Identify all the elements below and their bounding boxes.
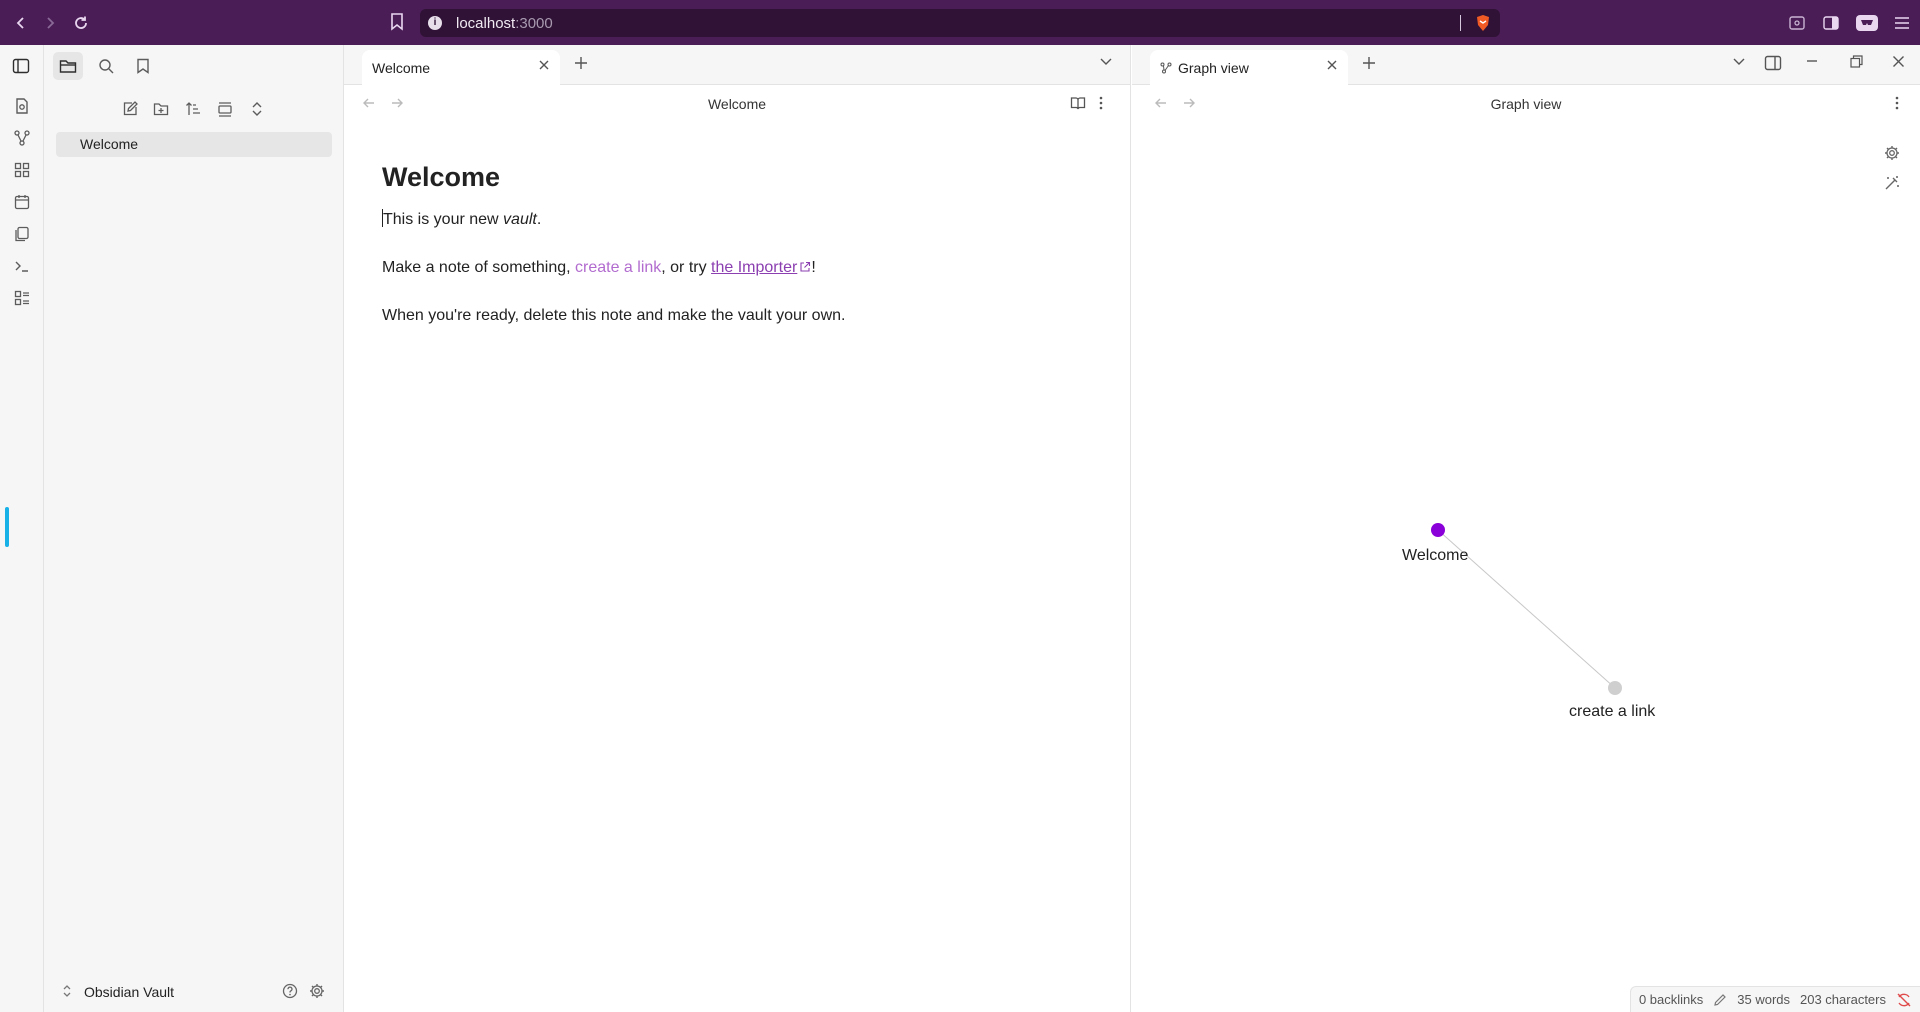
- new-folder-icon[interactable]: [149, 97, 173, 121]
- canvas-icon[interactable]: [12, 160, 32, 180]
- daily-note-calendar-icon[interactable]: [12, 192, 32, 212]
- obsidian-app: Welcome Obsidian Vault Welcome Welcome W…: [0, 45, 1920, 1012]
- graph-tab-bar: Graph view: [1132, 45, 1920, 85]
- graph-canvas[interactable]: Welcome create a link: [1132, 123, 1920, 983]
- external-link[interactable]: the Importer: [711, 259, 797, 276]
- graph-svg: [1431, 523, 1622, 695]
- backlinks-count[interactable]: 0 backlinks: [1639, 992, 1703, 1007]
- vpn-icon[interactable]: [1856, 14, 1878, 31]
- reading-view-icon[interactable]: [1070, 95, 1086, 111]
- graph-view-icon[interactable]: [12, 128, 32, 148]
- tab-title: Welcome: [372, 60, 431, 76]
- restore-window-icon[interactable]: [1850, 55, 1863, 68]
- forward-icon[interactable]: [37, 10, 63, 36]
- graph-tab-icon: [1160, 62, 1172, 74]
- vault-switcher-bar: Obsidian Vault: [44, 972, 344, 1012]
- p2-suffix: !: [811, 258, 816, 276]
- url-port: :3000: [515, 14, 553, 32]
- address-bar[interactable]: i localhost:3000: [420, 9, 1500, 37]
- word-count: 35 words: [1737, 992, 1790, 1007]
- note-content[interactable]: Welcome This is your new vault. Make a n…: [382, 157, 1082, 352]
- templates-icon[interactable]: [12, 224, 32, 244]
- auto-reveal-icon[interactable]: [213, 97, 237, 121]
- tab-graph-view[interactable]: Graph view: [1150, 50, 1348, 85]
- tab-list-chevron-down-icon[interactable]: [1732, 57, 1746, 67]
- sort-order-icon[interactable]: [181, 97, 205, 121]
- browser-toolbar: i localhost:3000: [0, 0, 1920, 45]
- tab-welcome[interactable]: Welcome: [362, 50, 560, 85]
- editor-view-header: Welcome: [344, 85, 1130, 123]
- editor-tab-bar: Welcome: [344, 45, 1130, 85]
- note-paragraph-2: Make a note of something, create a link,…: [382, 256, 1082, 280]
- vault-name[interactable]: Obsidian Vault: [84, 984, 174, 1000]
- graph-node-label: create a link: [1569, 703, 1656, 720]
- tab-search[interactable]: [91, 52, 121, 80]
- note-heading: Welcome: [382, 162, 501, 192]
- url-host: localhost: [456, 14, 516, 32]
- toggle-sidebar-icon[interactable]: [6, 52, 36, 80]
- bookmark-page-icon[interactable]: [390, 13, 404, 31]
- brave-shields-icon[interactable]: [1475, 14, 1491, 32]
- graph-node-label: Welcome: [1402, 547, 1469, 564]
- close-tab-icon[interactable]: [1326, 59, 1338, 71]
- file-explorer-actions: [44, 93, 344, 123]
- p1-suffix: .: [536, 210, 542, 228]
- tab-bookmarks[interactable]: [128, 52, 158, 80]
- internal-link[interactable]: create a link: [575, 259, 661, 276]
- p1-text: This is your new: [383, 210, 504, 228]
- expand-collapse-icon[interactable]: [245, 97, 269, 121]
- wallet-icon[interactable]: [1788, 14, 1806, 32]
- resize-indicator: [5, 507, 9, 547]
- tab-title: Graph view: [1178, 60, 1249, 76]
- reload-icon[interactable]: [68, 10, 94, 36]
- address-separator: [1460, 15, 1461, 31]
- vault-switch-icon[interactable]: [62, 984, 72, 998]
- left-sidebar: Welcome Obsidian Vault: [12, 45, 344, 1012]
- ribbon: [0, 45, 44, 1012]
- new-note-icon[interactable]: [118, 97, 142, 121]
- close-tab-icon[interactable]: [538, 59, 550, 71]
- toggle-right-sidebar-icon[interactable]: [1764, 55, 1782, 71]
- command-palette-icon[interactable]: [12, 256, 32, 276]
- back-icon[interactable]: [8, 10, 34, 36]
- p2-middle: , or try: [661, 258, 712, 276]
- sidebar-tab-bar: [12, 45, 344, 85]
- p2-text: Make a note of something,: [382, 258, 575, 276]
- status-bar: 0 backlinks 35 words 203 characters: [1629, 986, 1920, 1012]
- settings-gear-icon[interactable]: [309, 983, 325, 999]
- close-window-icon[interactable]: [1892, 55, 1905, 68]
- more-options-icon[interactable]: [1098, 95, 1104, 111]
- graph-pane: Graph view Graph view Welcome create a l…: [1132, 45, 1920, 1012]
- sync-disabled-icon[interactable]: [1896, 993, 1912, 1007]
- graph-view-header: Graph view: [1132, 85, 1920, 123]
- graph-node-create-a-link[interactable]: [1608, 681, 1622, 695]
- external-link-icon: [799, 261, 811, 273]
- help-icon[interactable]: [282, 983, 298, 999]
- edit-mode-pencil-icon[interactable]: [1713, 993, 1727, 1007]
- new-tab-icon[interactable]: [574, 56, 588, 70]
- menu-icon[interactable]: [1894, 16, 1910, 30]
- more-options-icon[interactable]: [1894, 95, 1900, 111]
- view-title[interactable]: Graph view: [1132, 96, 1920, 112]
- editor-pane: Welcome Welcome Welcome This is your new…: [344, 45, 1131, 1012]
- note-paragraph-3: When you're ready, delete this note and …: [382, 306, 846, 324]
- character-count: 203 characters: [1800, 992, 1886, 1007]
- new-tab-icon[interactable]: [1362, 56, 1376, 70]
- graph-node-welcome[interactable]: [1431, 523, 1445, 537]
- site-info-icon[interactable]: i: [428, 16, 442, 30]
- file-item-welcome[interactable]: Welcome: [56, 132, 332, 157]
- minimize-window-icon[interactable]: [1806, 59, 1818, 63]
- tab-files[interactable]: [53, 52, 83, 80]
- p1-emphasis: vault: [503, 210, 537, 228]
- view-title[interactable]: Welcome: [344, 96, 1130, 112]
- bases-icon[interactable]: [12, 288, 32, 308]
- tab-list-chevron-down-icon[interactable]: [1099, 57, 1113, 67]
- open-quick-switcher-icon[interactable]: [12, 96, 32, 116]
- sidebar-toggle-icon[interactable]: [1822, 14, 1840, 32]
- note-paragraph-1: This is your new vault.: [382, 208, 1082, 232]
